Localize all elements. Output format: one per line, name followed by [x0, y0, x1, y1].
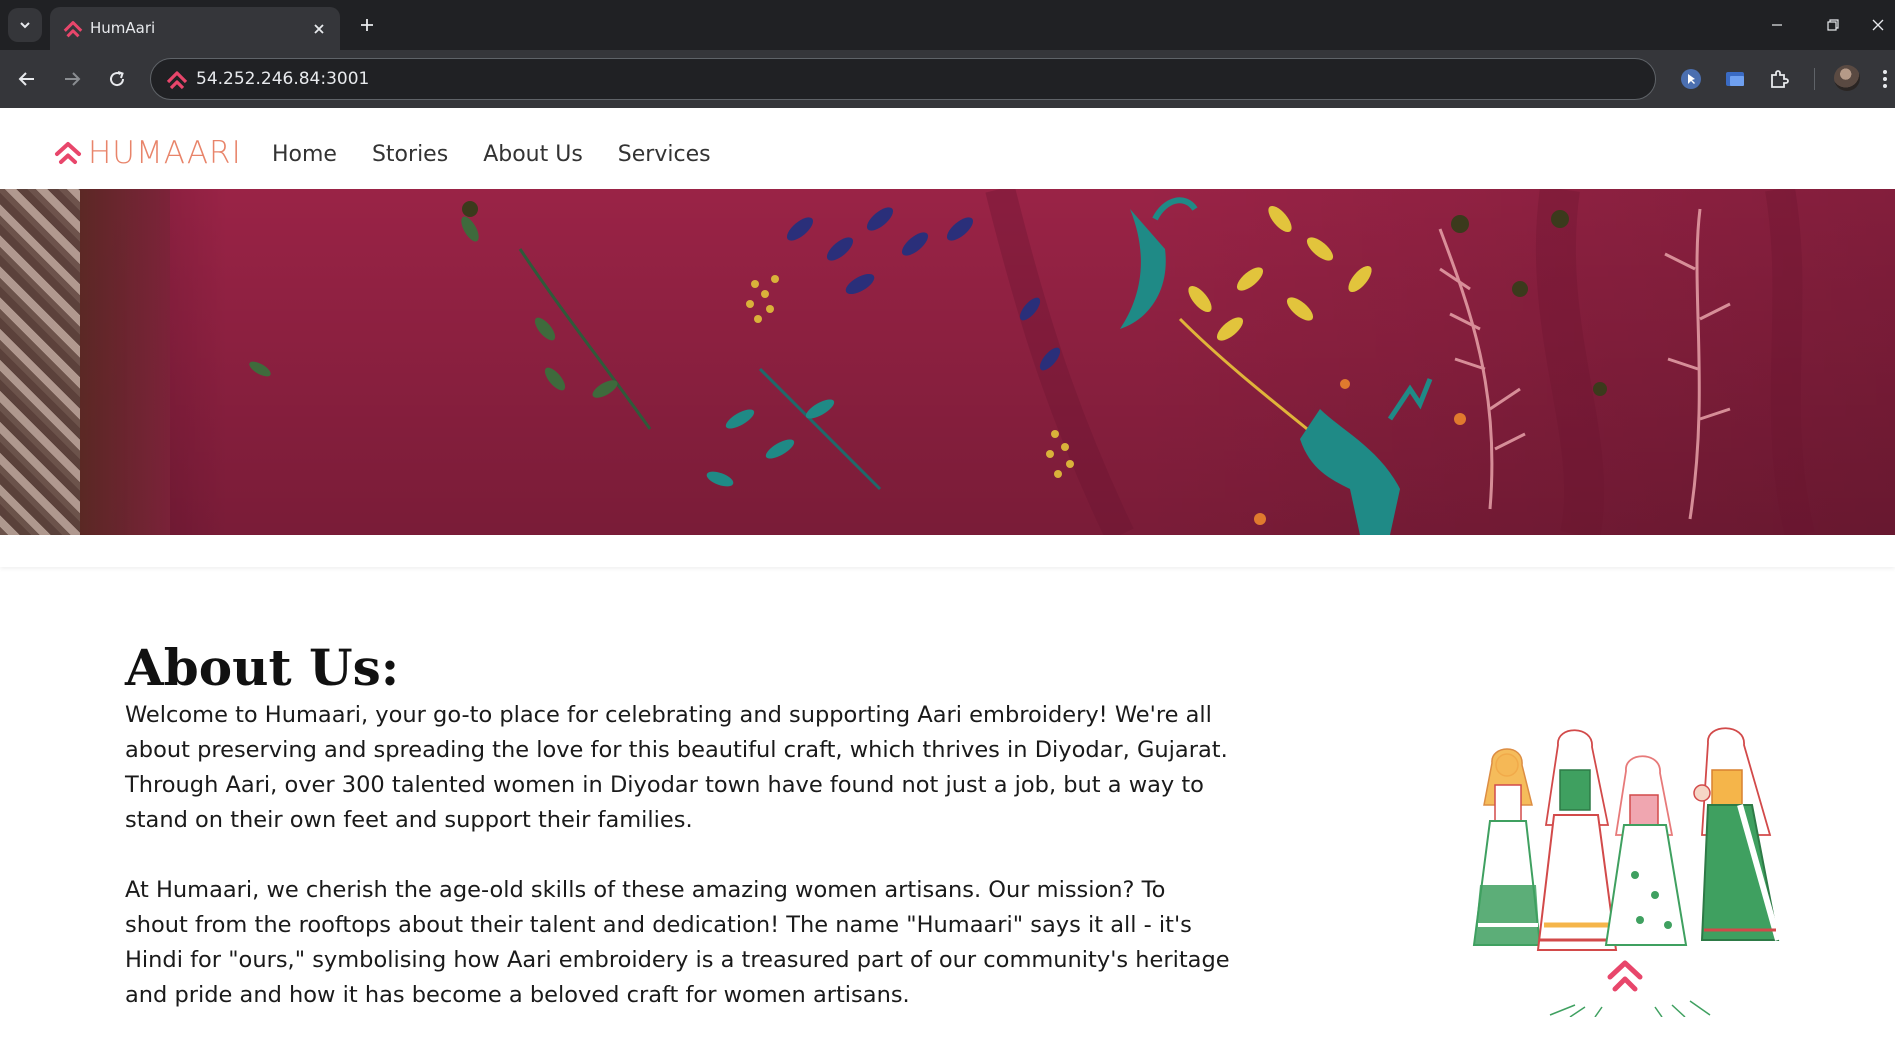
url-text[interactable]: 54.252.246.84:3001 [196, 59, 369, 99]
folder-extension-icon [1726, 72, 1744, 86]
minimize-window-button[interactable] [1749, 0, 1805, 50]
chevron-down-icon [20, 22, 30, 29]
browser-toolbar: 54.252.246.84:3001 [0, 50, 1895, 108]
women-artisans-illustration [1472, 727, 1781, 1017]
plus-icon [361, 19, 373, 31]
new-tab-button[interactable] [352, 10, 382, 40]
embroidery-pattern [249, 189, 1815, 535]
arrow-left-icon [18, 72, 34, 86]
hero-bottom-band [0, 535, 1895, 567]
reload-icon [110, 71, 125, 87]
humaari-logo-icon [1549, 960, 1711, 1017]
artisan-figure [1693, 727, 1781, 941]
back-button[interactable] [11, 63, 43, 95]
more-menu-icon[interactable] [1880, 64, 1890, 94]
close-icon [1872, 19, 1884, 31]
nav-link-services[interactable]: Services [618, 142, 711, 167]
extension-folder-button[interactable] [1719, 63, 1751, 95]
address-bar[interactable]: 54.252.246.84:3001 [150, 58, 1656, 100]
reload-button[interactable] [101, 63, 133, 95]
about-text: Welcome to Humaari, your go-to place for… [125, 698, 1235, 1048]
browser-tab-active[interactable]: HumAari [50, 7, 340, 50]
puzzle-icon [1771, 70, 1789, 88]
minimize-icon [1772, 24, 1782, 26]
nav-link-stories[interactable]: Stories [372, 142, 448, 167]
forward-button[interactable] [56, 63, 88, 95]
extensions-button[interactable] [1763, 63, 1795, 95]
restore-icon [1827, 19, 1839, 31]
nav-link-about-us[interactable]: About Us [483, 142, 583, 167]
toolbar-divider [1814, 68, 1815, 90]
logo-text: HUMAARI [88, 135, 242, 171]
about-paragraph-2: At Humaari, we cherish the age-old skill… [125, 877, 1230, 1008]
site-info-icon[interactable] [165, 68, 189, 92]
browser-tab-bar: HumAari [0, 0, 1895, 50]
about-heading: About Us: [125, 638, 400, 697]
site-header: HUMAARI Home Stories About Us Services [0, 108, 1895, 189]
arrow-right-icon [65, 72, 81, 86]
artisan-figure [1604, 755, 1688, 946]
nav-link-home[interactable]: Home [272, 142, 337, 167]
tab-title: HumAari [90, 19, 156, 37]
close-window-button[interactable] [1861, 0, 1895, 50]
close-tab-button[interactable] [308, 18, 330, 40]
close-icon [314, 24, 324, 34]
tab-search-button[interactable] [8, 8, 42, 42]
extension-cursor-button[interactable] [1675, 63, 1707, 95]
site-logo[interactable]: HUMAARI [54, 135, 242, 171]
artisan-figure [1536, 729, 1618, 951]
cursor-extension-icon [1681, 69, 1701, 89]
restore-window-button[interactable] [1805, 0, 1861, 50]
profile-avatar[interactable] [1834, 65, 1860, 91]
artisan-figure [1472, 748, 1542, 946]
about-paragraph-1: Welcome to Humaari, your go-to place for… [125, 702, 1228, 833]
hero-embroidery-banner [0, 189, 1895, 535]
humaari-logo-icon [55, 142, 81, 164]
humaari-favicon-icon [63, 21, 83, 38]
main-nav: Home Stories About Us Services [272, 142, 746, 167]
